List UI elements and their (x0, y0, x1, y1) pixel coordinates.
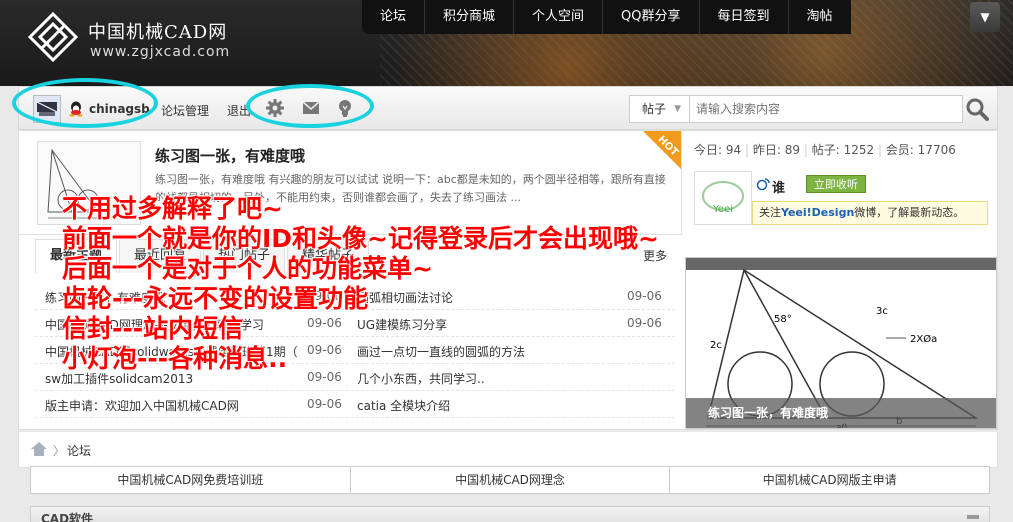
annotation-line: 小灯泡---各种消息.. (62, 344, 288, 373)
section-header: CAD软件 (30, 506, 990, 522)
quicklink-training[interactable]: 中国机械CAD网免费培训班 (31, 467, 350, 493)
breadcrumb-separator: 〉 (53, 444, 66, 458)
thread-link[interactable]: 版主申请：欢迎加入中国机械CAD网 (45, 397, 239, 414)
svg-text:2XØa: 2XØa (910, 333, 937, 345)
nav-taotie[interactable]: 淘帖 (787, 0, 851, 34)
nav-points-mall[interactable]: 积分商城 (424, 0, 513, 34)
collapse-icon[interactable] (967, 515, 979, 519)
quicklink-philosophy[interactable]: 中国机械CAD网理念 (349, 467, 670, 493)
forum-admin-link[interactable]: 论坛管理 (161, 102, 209, 119)
annotation-overlay: 不用过多解释了吧~ 前面一个就是你的ID和头像~记得登录后才会出现哦~ 后面一个… (62, 194, 852, 374)
stats-posts: 1252 (843, 143, 875, 157)
svg-text:3c: 3c (876, 306, 888, 317)
highlight-ring-tools (246, 84, 374, 128)
quicklink-moderator-apply[interactable]: 中国机械CAD网版主申请 (669, 467, 989, 493)
stats-line: 今日: 94 | 昨日: 89 | 帖子: 1252 | 会员: 17706 (694, 143, 956, 157)
site-header: 中国机械CAD网 www.zgjxcad.com 论坛 积分商城 个人空间 QQ… (0, 0, 1013, 86)
annotation-line: 前面一个就是你的ID和头像~记得登录后才会出现哦~ (62, 224, 659, 253)
annotation-line: 信封---站内短信 (62, 314, 244, 343)
stats-today: 94 (725, 143, 742, 157)
site-url: www.zgjxcad.com (90, 44, 231, 60)
section-title[interactable]: CAD软件 (41, 510, 93, 522)
featured-title[interactable]: 练习图一张，有难度哦 (155, 145, 305, 166)
quick-links: 中国机械CAD网免费培训班 中国机械CAD网理念 中国机械CAD网版主申请 (30, 466, 990, 494)
nav-personal-space[interactable]: 个人空间 (513, 0, 602, 34)
user-toolbar: chinagsb 论坛管理 退出 帖子 ▼ (18, 86, 998, 130)
breadcrumb-forum[interactable]: 论坛 (67, 442, 91, 459)
highlight-ring-user (12, 78, 158, 128)
chevron-down-icon: ▼ (674, 104, 681, 114)
search-input[interactable] (689, 95, 963, 123)
annotation-line: 不用过多解释了吧~ (62, 194, 283, 223)
home-icon[interactable] (31, 442, 47, 456)
breadcrumb: 〉 论坛 (18, 432, 998, 468)
thread-link[interactable]: catia 全模块介绍 (357, 397, 450, 414)
thread-date: 09-06 (307, 397, 342, 411)
follow-button[interactable]: 立即收听 (806, 175, 866, 193)
weibo-icon (756, 178, 770, 191)
nav-forum[interactable]: 论坛 (362, 0, 424, 34)
stats-members: 17706 (917, 143, 956, 157)
hot-badge: HOT (633, 131, 681, 179)
annotation-line: 后面一个是对于个人的功能菜单~ (62, 254, 433, 283)
search-icon[interactable] (965, 97, 989, 121)
annotation-line: 齿轮---永远不变的设置功能 (62, 284, 369, 313)
search-type-select[interactable]: 帖子 ▼ (629, 95, 689, 123)
nav-qq-group-share[interactable]: QQ群分享 (602, 0, 698, 34)
site-logo-icon[interactable] (28, 12, 78, 62)
top-navigation: 论坛 积分商城 个人空间 QQ群分享 每日签到 淘帖 (362, 0, 851, 34)
site-title: 中国机械CAD网 (88, 22, 228, 43)
stats-yesterday: 89 (784, 143, 800, 157)
chevron-down-icon[interactable]: ▼ (970, 2, 1000, 32)
table-row: 版主申请：欢迎加入中国机械CAD网 09-06 catia 全模块介绍 (35, 391, 675, 418)
slider-caption[interactable]: 练习图一张，有难度哦 (686, 398, 996, 428)
nav-daily-checkin[interactable]: 每日签到 (698, 0, 788, 34)
